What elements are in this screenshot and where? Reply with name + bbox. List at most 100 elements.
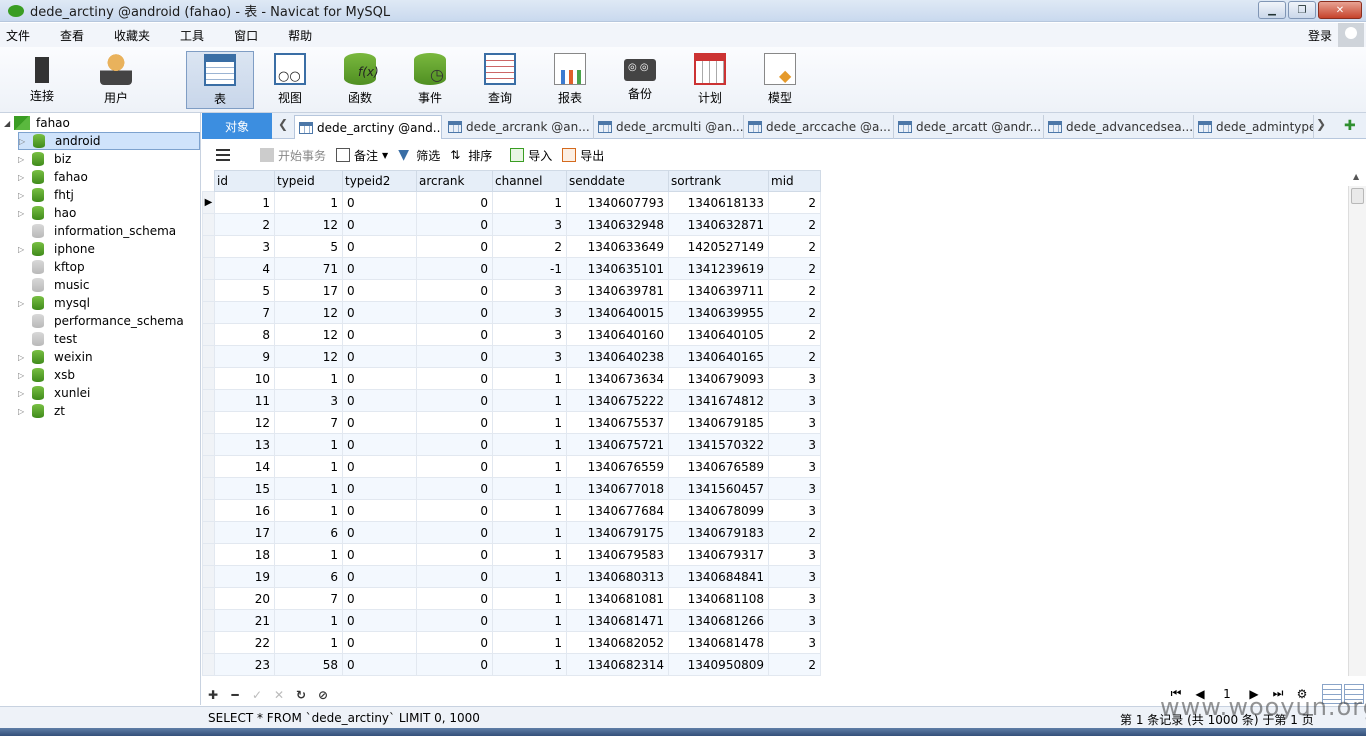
cell-typeid[interactable]: 5 (274, 235, 343, 258)
cell-typeid2[interactable]: 0 (342, 455, 417, 478)
cell-channel[interactable]: -1 (492, 257, 567, 280)
cell-mid[interactable]: 2 (768, 323, 821, 346)
tab-objects[interactable]: 对象 (202, 113, 272, 139)
cell-senddate[interactable]: 1340675222 (566, 389, 669, 412)
schedule-button[interactable]: 计划 (676, 51, 744, 109)
cell-mid[interactable]: 2 (768, 191, 821, 214)
cell-channel[interactable]: 1 (492, 191, 567, 214)
expand-arrow-icon[interactable]: ▷ (18, 155, 32, 164)
table-row[interactable]: 2 12 0 0 3 1340632948 1340632871 2 (202, 213, 821, 236)
cell-typeid2[interactable]: 0 (342, 257, 417, 280)
menu-tools[interactable]: 工具 (174, 27, 204, 44)
table-button[interactable]: 表 (186, 51, 254, 109)
table-row[interactable]: 13 1 0 0 1 1340675721 1341570322 3 (202, 433, 821, 456)
row-header[interactable] (202, 323, 215, 346)
scrollbar-thumb[interactable] (1351, 188, 1364, 204)
cell-typeid2[interactable]: 0 (342, 433, 417, 456)
cell-id[interactable]: 12 (214, 411, 275, 434)
cell-mid[interactable]: 2 (768, 235, 821, 258)
menu-file[interactable]: 文件 (0, 27, 30, 44)
connect-button[interactable]: 连接 (8, 51, 76, 109)
table-row[interactable]: 23 58 0 0 1 1340682314 1340950809 2 (202, 653, 821, 676)
cell-typeid[interactable]: 17 (274, 279, 343, 302)
expand-arrow-icon[interactable]: ▷ (18, 353, 32, 362)
table-row[interactable]: 3 5 0 0 2 1340633649 1420527149 2 (202, 235, 821, 258)
row-header[interactable] (202, 565, 215, 588)
cell-sortrank[interactable]: 1341674812 (668, 389, 769, 412)
db-node-android[interactable]: ▷ android (18, 132, 200, 150)
cell-senddate[interactable]: 1340639781 (566, 279, 669, 302)
cell-mid[interactable]: 2 (768, 279, 821, 302)
column-header-mid[interactable]: mid (768, 170, 821, 192)
cell-channel[interactable]: 1 (492, 367, 567, 390)
memo-button[interactable]: 备注 ▼ (336, 147, 388, 164)
function-button[interactable]: 函数 (326, 51, 394, 109)
cell-channel[interactable]: 1 (492, 631, 567, 654)
row-header[interactable] (202, 235, 215, 258)
cell-typeid2[interactable]: 0 (342, 499, 417, 522)
restore-button[interactable]: ❐ (1288, 1, 1316, 19)
cell-typeid[interactable]: 58 (274, 653, 343, 676)
cell-mid[interactable]: 3 (768, 367, 821, 390)
connection-node[interactable]: ◢ fahao (4, 115, 70, 131)
cell-sortrank[interactable]: 1341560457 (668, 477, 769, 500)
cell-sortrank[interactable]: 1340678099 (668, 499, 769, 522)
db-node-hao[interactable]: ▷ hao (18, 204, 200, 222)
cell-id[interactable]: 7 (214, 301, 275, 324)
column-header-sortrank[interactable]: sortrank (668, 170, 769, 192)
table-row[interactable]: 15 1 0 0 1 1340677018 1341560457 3 (202, 477, 821, 500)
cell-mid[interactable]: 3 (768, 631, 821, 654)
menu-view[interactable]: 查看 (54, 27, 84, 44)
menu-hamburger-icon[interactable] (216, 149, 230, 161)
cell-id[interactable]: 5 (214, 279, 275, 302)
row-header[interactable] (202, 389, 215, 412)
cell-senddate[interactable]: 1340632948 (566, 213, 669, 236)
cell-typeid[interactable]: 1 (274, 367, 343, 390)
cell-typeid[interactable]: 1 (274, 609, 343, 632)
cell-mid[interactable]: 2 (768, 257, 821, 280)
cell-arcrank[interactable]: 0 (416, 191, 493, 214)
cell-sortrank[interactable]: 1340950809 (668, 653, 769, 676)
table-row[interactable]: 8 12 0 0 3 1340640160 1340640105 2 (202, 323, 821, 346)
cell-senddate[interactable]: 1340679175 (566, 521, 669, 544)
cell-mid[interactable]: 3 (768, 587, 821, 610)
cell-sortrank[interactable]: 1340679185 (668, 411, 769, 434)
view-button[interactable]: 视图 (256, 51, 324, 109)
cell-typeid2[interactable]: 0 (342, 235, 417, 258)
refresh-icon[interactable]: ↻ (290, 688, 312, 702)
cell-typeid2[interactable]: 0 (342, 477, 417, 500)
menu-help[interactable]: 帮助 (282, 27, 312, 44)
cell-id[interactable]: 9 (214, 345, 275, 368)
db-node-fhtj[interactable]: ▷ fhtj (18, 186, 200, 204)
cell-arcrank[interactable]: 0 (416, 587, 493, 610)
cell-id[interactable]: 20 (214, 587, 275, 610)
cell-sortrank[interactable]: 1340679317 (668, 543, 769, 566)
cell-sortrank[interactable]: 1340681108 (668, 587, 769, 610)
cell-sortrank[interactable]: 1341239619 (668, 257, 769, 280)
column-header-senddate[interactable]: senddate (566, 170, 669, 192)
cell-arcrank[interactable]: 0 (416, 389, 493, 412)
cell-typeid[interactable]: 1 (274, 631, 343, 654)
table-row[interactable]: 7 12 0 0 3 1340640015 1340639955 2 (202, 301, 821, 324)
db-node-xunlei[interactable]: ▷ xunlei (18, 384, 200, 402)
cell-senddate[interactable]: 1340640160 (566, 323, 669, 346)
cell-id[interactable]: 1 (214, 191, 275, 214)
cell-typeid2[interactable]: 0 (342, 323, 417, 346)
cell-typeid2[interactable]: 0 (342, 367, 417, 390)
cell-arcrank[interactable]: 0 (416, 279, 493, 302)
discard-x-icon[interactable]: ✕ (268, 688, 290, 702)
cell-senddate[interactable]: 1340640015 (566, 301, 669, 324)
close-button[interactable]: ✕ (1318, 1, 1362, 19)
table-row[interactable]: 10 1 0 0 1 1340673634 1340679093 3 (202, 367, 821, 390)
row-header[interactable] (202, 521, 215, 544)
expand-arrow-icon[interactable]: ▷ (18, 371, 32, 380)
tab-scroll-right-icon[interactable]: ❯ (1316, 117, 1330, 131)
cell-channel[interactable]: 1 (492, 411, 567, 434)
cell-mid[interactable]: 2 (768, 301, 821, 324)
cell-id[interactable]: 8 (214, 323, 275, 346)
row-header[interactable] (202, 301, 215, 324)
cell-id[interactable]: 14 (214, 455, 275, 478)
expand-arrow-icon[interactable]: ▷ (18, 209, 32, 218)
cell-sortrank[interactable]: 1340679093 (668, 367, 769, 390)
row-header[interactable] (202, 631, 215, 654)
